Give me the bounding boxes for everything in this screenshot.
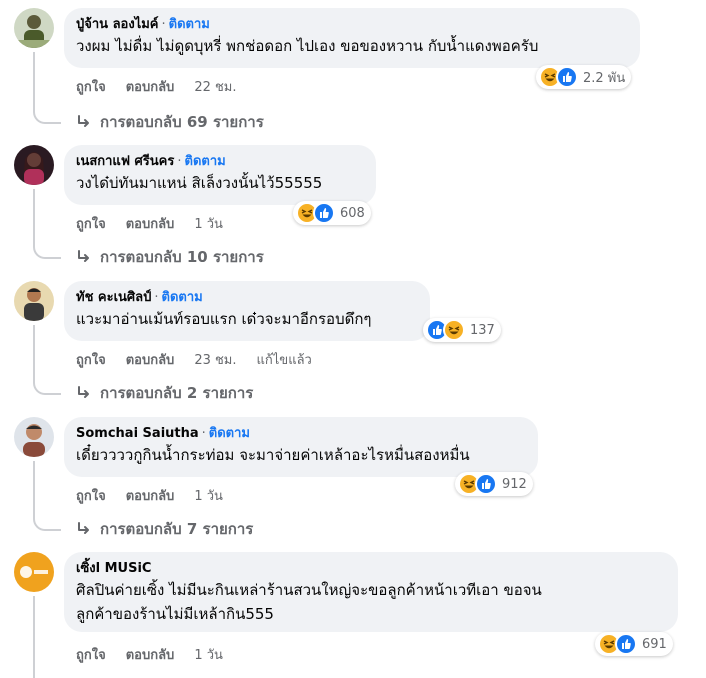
follow-button[interactable]: ติดตาม [169, 17, 210, 32]
replies-label: การตอบกลับ 10 รายการ [100, 248, 264, 266]
follow-button[interactable]: ติดตาม [162, 290, 203, 305]
comment-actions: ถูกใจ ตอบกลับ 1 วัน [76, 217, 243, 233]
author-name[interactable]: เซิ้งl MUSiC [76, 561, 151, 576]
replies-label: การตอบกลับ 7 รายการ [100, 520, 254, 538]
like-reaction-icon [556, 66, 578, 88]
reply-arrow-icon [78, 522, 89, 534]
avatar[interactable] [14, 552, 54, 592]
comment-header: Somchai Saiutha · ติดตาม [76, 425, 526, 442]
reply-arrow-icon [78, 115, 89, 127]
reply-button[interactable]: ตอบกลับ [126, 217, 175, 233]
like-reaction-icon [475, 473, 497, 495]
comment-header: ทัช คะเนศิลป์ · ติดตาม [76, 289, 418, 306]
follow-button[interactable]: ติดตาม [209, 426, 250, 441]
separator-dot: · [154, 290, 159, 305]
author-name[interactable]: Somchai Saiutha [76, 426, 199, 441]
thread-line [33, 325, 35, 379]
reaction-count: 608 [340, 205, 365, 221]
author-name[interactable]: เนสกาแฟ ศรีนคร [76, 154, 174, 169]
comment-header: เซิ้งl MUSiC [76, 560, 666, 577]
comment-actions: ถูกใจ ตอบกลับ 1 วัน [76, 648, 243, 664]
separator-dot: · [201, 426, 206, 441]
reply-button[interactable]: ตอบกลับ [126, 648, 175, 664]
comment-text: เดี๋ยววววกูกินน้ำกระท่อม จะมาจ่ายค่าเหล้… [76, 446, 470, 464]
thread-line [33, 52, 35, 104]
view-replies-button[interactable]: การตอบกลับ 10 รายการ [76, 245, 264, 269]
view-replies-button[interactable]: การตอบกลับ 69 รายการ [76, 110, 264, 134]
comment-bubble: Somchai Saiutha · ติดตาม เดี๋ยววววกูกินน้ำ… [64, 417, 538, 477]
comment-actions: ถูกใจ ตอบกลับ 22 ชม. [76, 80, 257, 96]
comment-bubble: เนสกาแฟ ศรีนคร · ติดตาม วงได๋บ่ทันมาแหน่ ส… [64, 145, 376, 205]
comment-text-line-2: ลูกค้าของร้านไม่มีเหล้ากิน555 [76, 605, 274, 623]
like-button[interactable]: ถูกใจ [76, 80, 106, 96]
like-button[interactable]: ถูกใจ [76, 217, 106, 233]
comment-text-line-1: ศิลปินค่ายเซิ้ง ไม่มีนะกินเหล่าร้านสวนให… [76, 581, 542, 599]
reaction-count: 2.2 พัน [583, 70, 626, 86]
haha-reaction-icon [443, 319, 465, 341]
comment-actions: ถูกใจ ตอบกลับ 23 ชม. แก้ไขแล้ว [76, 353, 312, 369]
timestamp[interactable]: 1 วัน [194, 489, 223, 505]
author-name[interactable]: ทัช คะเนศิลป์ [76, 290, 151, 305]
separator-dot: · [177, 154, 182, 169]
separator-dot: · [161, 17, 166, 32]
timestamp[interactable]: 1 วัน [194, 217, 223, 233]
thread-connector [33, 104, 61, 124]
avatar[interactable] [14, 8, 54, 48]
comment-header: เนสกาแฟ ศรีนคร · ติดตาม [76, 153, 364, 170]
reaction-summary[interactable]: 608 [293, 201, 371, 225]
reply-arrow-icon [78, 250, 89, 262]
reply-button[interactable]: ตอบกลับ [126, 353, 175, 369]
reply-button[interactable]: ตอบกลับ [126, 489, 175, 505]
timestamp[interactable]: 1 วัน [194, 648, 223, 664]
like-reaction-icon [313, 202, 335, 224]
avatar[interactable] [14, 417, 54, 457]
edited-label[interactable]: แก้ไขแล้ว [257, 353, 312, 369]
thread-line [33, 461, 35, 515]
thread-line [33, 189, 35, 243]
reaction-summary[interactable]: 137 [423, 318, 501, 342]
comment-actions: ถูกใจ ตอบกลับ 1 วัน [76, 489, 243, 505]
like-reaction-icon [615, 633, 637, 655]
timestamp[interactable]: 23 ชม. [194, 353, 236, 369]
avatar[interactable] [14, 281, 54, 321]
comment-text: วงผม ไม่ดื่ม ไม่ดูดบุหรี่ พกช่อดอก ไปเอง… [76, 37, 539, 55]
replies-label: การตอบกลับ 69 รายการ [100, 113, 264, 131]
comment-header: ปู่จ้าน ลองไมค์ · ติดตาม [76, 16, 628, 33]
reaction-count: 912 [502, 476, 527, 492]
comment-text: แวะมาอ่านเม้นท์รอบแรก เด๋วจะมาอีกรอบดึกๆ [76, 310, 372, 328]
avatar[interactable] [14, 145, 54, 185]
thread-connector [33, 239, 61, 259]
reply-arrow-icon [78, 386, 89, 398]
reaction-count: 691 [642, 636, 667, 652]
follow-button[interactable]: ติดตาม [185, 154, 226, 169]
comment-bubble: ปู่จ้าน ลองไมค์ · ติดตาม วงผม ไม่ดื่ม ไม่ด… [64, 8, 640, 68]
view-replies-button[interactable]: การตอบกลับ 2 รายการ [76, 381, 253, 405]
reaction-summary[interactable]: 912 [455, 472, 533, 496]
reaction-count: 137 [470, 322, 495, 338]
timestamp[interactable]: 22 ชม. [194, 80, 236, 96]
thread-connector [33, 511, 61, 531]
like-button[interactable]: ถูกใจ [76, 648, 106, 664]
view-replies-button[interactable]: การตอบกลับ 7 รายการ [76, 517, 253, 541]
comment-bubble: ทัช คะเนศิลป์ · ติดตาม แวะมาอ่านเม้นท์รอบแ… [64, 281, 430, 341]
thread-connector [33, 375, 61, 395]
reply-button[interactable]: ตอบกลับ [126, 80, 175, 96]
author-name[interactable]: ปู่จ้าน ลองไมค์ [76, 17, 159, 32]
like-button[interactable]: ถูกใจ [76, 489, 106, 505]
like-button[interactable]: ถูกใจ [76, 353, 106, 369]
thread-line [33, 596, 35, 678]
replies-label: การตอบกลับ 2 รายการ [100, 384, 254, 402]
reaction-summary[interactable]: 691 [595, 632, 673, 656]
reaction-summary[interactable]: 2.2 พัน [536, 65, 632, 89]
comment-bubble: เซิ้งl MUSiC ศิลปินค่ายเซิ้ง ไม่มีนะกินเ… [64, 552, 678, 632]
comment-text: วงได๋บ่ทันมาแหน่ สิเล็งวงนั้นไว้55555 [76, 174, 323, 192]
